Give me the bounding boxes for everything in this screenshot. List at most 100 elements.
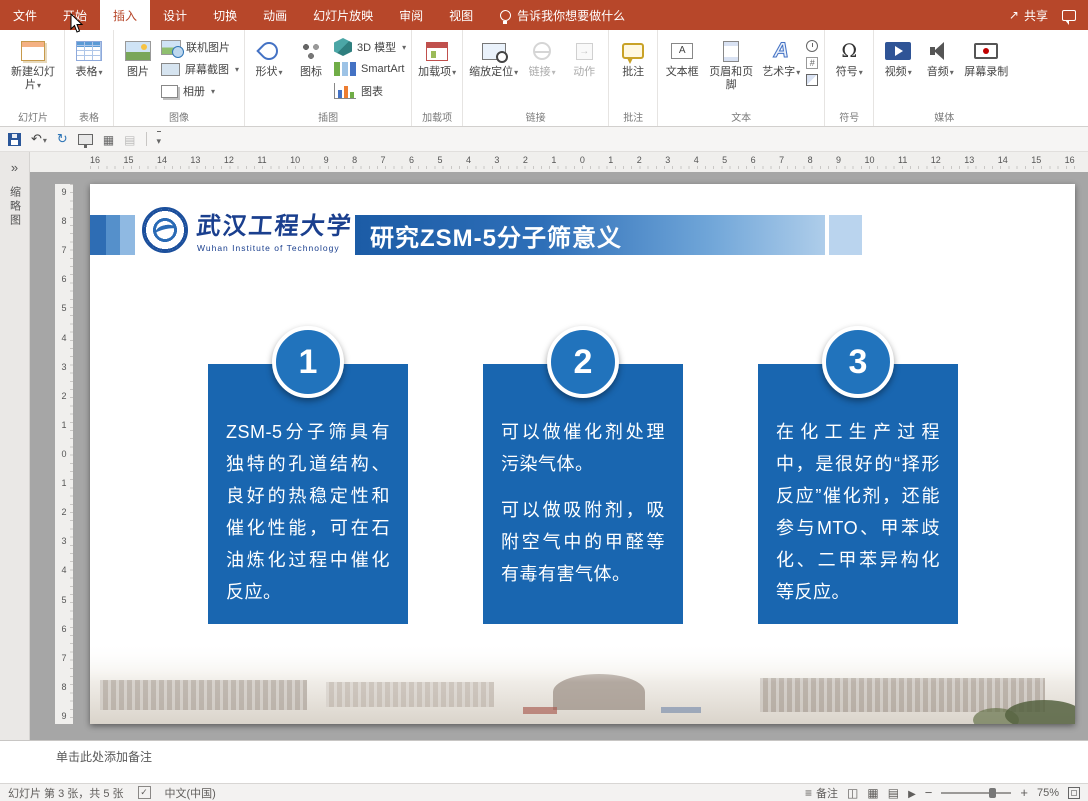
chart-button[interactable]: 图表 <box>334 82 406 100</box>
video-button[interactable]: 视频 <box>877 33 919 79</box>
zoom-level[interactable]: 75% <box>1037 787 1059 799</box>
number-circle-1[interactable]: 1 <box>272 326 344 398</box>
tab-design[interactable]: 设计 <box>150 0 200 30</box>
icons-button[interactable]: 图标 <box>290 33 332 79</box>
number-circle-2[interactable]: 2 <box>547 326 619 398</box>
share-button[interactable]: 共享 <box>1009 7 1048 24</box>
campus-photo[interactable] <box>90 642 1075 724</box>
new-slide-button[interactable]: 新建幻灯片 <box>5 33 61 92</box>
photo-fade-overlay <box>90 642 1075 682</box>
screen-recording-icon <box>974 43 999 59</box>
shapes-icon <box>256 38 282 64</box>
text-box-button[interactable]: 文本框 <box>661 33 703 79</box>
ribbon-tab-bar: 文件 开始 插入 设计 切换 动画 幻灯片放映 审阅 视图 告诉我你想要做什么 … <box>0 0 1088 30</box>
dropdown-arrow-icon <box>795 66 800 78</box>
addins-icon <box>426 41 449 61</box>
slideshow-view-icon[interactable] <box>908 786 916 800</box>
undo-button[interactable] <box>31 131 47 147</box>
symbol-button[interactable]: Ω 符号 <box>828 33 870 79</box>
grid-icon[interactable] <box>103 132 114 147</box>
addins-button[interactable]: 加载项 <box>415 33 459 79</box>
slide-title[interactable]: 研究ZSM-5分子筛意义 <box>355 215 825 255</box>
table-button[interactable]: 表格 <box>68 33 110 79</box>
fit-slide-to-window-icon[interactable] <box>1068 786 1080 799</box>
content-box-3[interactable]: 在化工生产过程中，是很好的“择形反应”催化剂，还能参与MTO、甲苯歧化、二甲苯异… <box>758 364 958 624</box>
zoom-slider[interactable] <box>941 787 1012 798</box>
normal-view-icon[interactable] <box>847 786 858 800</box>
lightbulb-icon <box>500 9 512 24</box>
smartart-button[interactable]: SmartArt <box>334 60 406 78</box>
share-icon <box>1009 8 1019 22</box>
reading-view-icon[interactable] <box>888 786 899 800</box>
powerpoint-window: 文件 开始 插入 设计 切换 动画 幻灯片放映 审阅 视图 告诉我你想要做什么 … <box>0 0 1088 801</box>
tell-me-box[interactable]: 告诉我你想要做什么 <box>486 0 639 30</box>
notes-placeholder: 单击此处添加备注 <box>56 750 153 764</box>
notes-icon <box>805 786 812 800</box>
content-box-1[interactable]: ZSM-5分子筛具有独特的孔道结构、良好的热稳定性和催化性能，可在石油炼化过程中… <box>208 364 408 624</box>
action-icon <box>575 42 593 60</box>
university-name-zh: 武汉工程大学 <box>195 211 355 240</box>
start-slideshow-icon[interactable] <box>77 133 93 148</box>
online-pictures-button[interactable]: 联机图片 <box>161 38 239 58</box>
wordart-button[interactable]: 艺术字 <box>759 33 803 79</box>
shapes-button[interactable]: 形状 <box>248 33 290 79</box>
language-indicator[interactable]: 中文(中国) <box>165 785 216 801</box>
notes-pane[interactable]: 单击此处添加备注 <box>0 740 1088 783</box>
zoom-in-icon[interactable] <box>1020 785 1028 800</box>
date-time-icon[interactable] <box>806 40 819 52</box>
toolbar-separator <box>145 132 147 146</box>
spellcheck-icon[interactable] <box>137 786 151 799</box>
tab-transitions[interactable]: 切换 <box>200 0 250 30</box>
save-icon[interactable] <box>8 132 21 146</box>
customize-qat-icon[interactable] <box>156 131 162 147</box>
dropdown-arrow-icon <box>36 79 41 91</box>
table-icon <box>76 41 102 61</box>
tab-animations[interactable]: 动画 <box>250 0 300 30</box>
slide-sorter-view-icon[interactable] <box>867 786 878 800</box>
zoom-out-icon[interactable] <box>925 785 933 800</box>
content-box-2[interactable]: 可以做催化剂处理污染气体。 可以做吸附剂，吸附空气中的甲醛等有毒有害气体。 <box>483 364 683 624</box>
picture-icon <box>125 41 151 61</box>
tab-home[interactable]: 开始 <box>50 0 100 30</box>
tab-review[interactable]: 审阅 <box>386 0 436 30</box>
roof-shape <box>523 707 558 714</box>
audio-button[interactable]: 音频 <box>919 33 961 79</box>
comments-icon[interactable] <box>1062 9 1076 25</box>
university-logo-icon <box>142 206 188 253</box>
redo-icon[interactable] <box>57 131 68 147</box>
dropdown-arrow-icon <box>513 66 518 78</box>
zoom-link-button[interactable]: 缩放定位 <box>466 33 521 79</box>
photo-album-icon <box>161 84 178 98</box>
building-shape <box>326 682 494 707</box>
tab-insert[interactable]: 插入 <box>100 0 151 30</box>
number-circle-3[interactable]: 3 <box>822 326 894 398</box>
tab-view[interactable]: 视图 <box>436 0 486 30</box>
horizontal-ruler-numbers: 16 15 14 13 12 11 10 9 8 7 6 5 4 3 2 1 0 1 2 3 4 5 6 7 8 9 10 11 12 1… <box>90 155 1075 169</box>
notes-toggle-button[interactable]: 备注 <box>805 785 838 801</box>
header-footer-button[interactable]: 页眉和页脚 <box>703 33 759 92</box>
3d-models-button[interactable]: 3D 模型 <box>334 38 406 56</box>
zoom-slider-thumb[interactable] <box>988 787 996 798</box>
photo-album-button[interactable]: 相册 <box>161 82 239 100</box>
hyperlink-icon <box>533 42 552 60</box>
screenshot-button[interactable]: 屏幕截图 <box>161 60 239 78</box>
new-comment-button[interactable]: 批注 <box>612 33 654 79</box>
picture-button[interactable]: 图片 <box>117 33 159 79</box>
omega-icon: Ω <box>841 40 858 62</box>
ribbon-group-addins: 加载项 加载项 <box>412 30 464 126</box>
dropdown-arrow-icon <box>234 63 239 75</box>
tab-file[interactable]: 文件 <box>0 0 50 30</box>
expand-pane-chevron-icon[interactable] <box>11 159 18 177</box>
object-icon[interactable] <box>806 74 819 86</box>
tab-slideshow[interactable]: 幻灯片放映 <box>300 0 386 30</box>
university-logo[interactable]: 武汉工程大学 Wuhan Institute of Technology <box>142 206 355 253</box>
3d-model-icon <box>334 38 353 56</box>
ribbon-group-illustrations: 形状 图标 3D 模型 SmartArt <box>245 30 413 126</box>
screen-recording-button[interactable]: 屏幕录制 <box>961 33 1011 79</box>
dropdown-arrow-icon <box>551 66 556 78</box>
slide-number-icon[interactable] <box>806 57 819 69</box>
titlebar-right: 共享 <box>1009 0 1088 30</box>
dropdown-arrow-icon <box>401 41 406 53</box>
header-footer-icon <box>723 40 740 62</box>
ribbon-group-text: 文本框 页眉和页脚 艺术字 文本 <box>658 30 826 126</box>
